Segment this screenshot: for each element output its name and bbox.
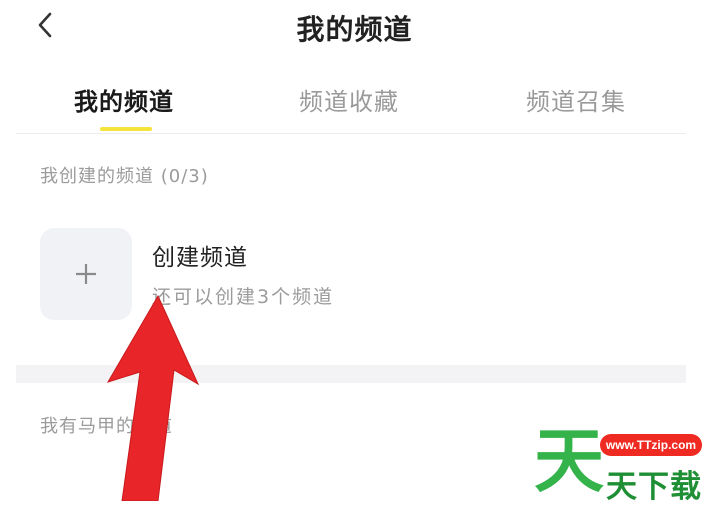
alias-channels-label: 我有马甲的频道 [40,416,173,437]
tab-channel-recruit[interactable]: 频道召集 [526,82,626,117]
tab-channel-favorites[interactable]: 频道收藏 [299,82,399,117]
watermark-logo: 天 www.TTzip.com 天下载 [532,421,709,505]
active-tab-indicator [100,127,152,131]
created-channels-label: 我创建的频道 (0/3) [40,166,209,187]
watermark-url: www.TTzip.com [600,434,702,456]
tab-bar: 我的频道 频道收藏 频道召集 [16,78,686,134]
header-bar: 我的频道 [0,0,709,60]
watermark-text: 天下载 [606,469,702,505]
page-title: 我的频道 [296,13,413,46]
plus-icon [76,264,96,284]
create-channel-button[interactable]: 创建频道 还可以创建3个频道 [40,228,660,323]
create-channel-title: 创建频道 [152,245,248,271]
tab-my-channels[interactable]: 我的频道 [74,82,174,117]
watermark-big-char: 天 [534,420,604,502]
create-channel-subtitle: 还可以创建3个频道 [152,286,335,308]
create-channel-plus-box[interactable] [40,228,132,320]
section-divider [16,365,686,383]
